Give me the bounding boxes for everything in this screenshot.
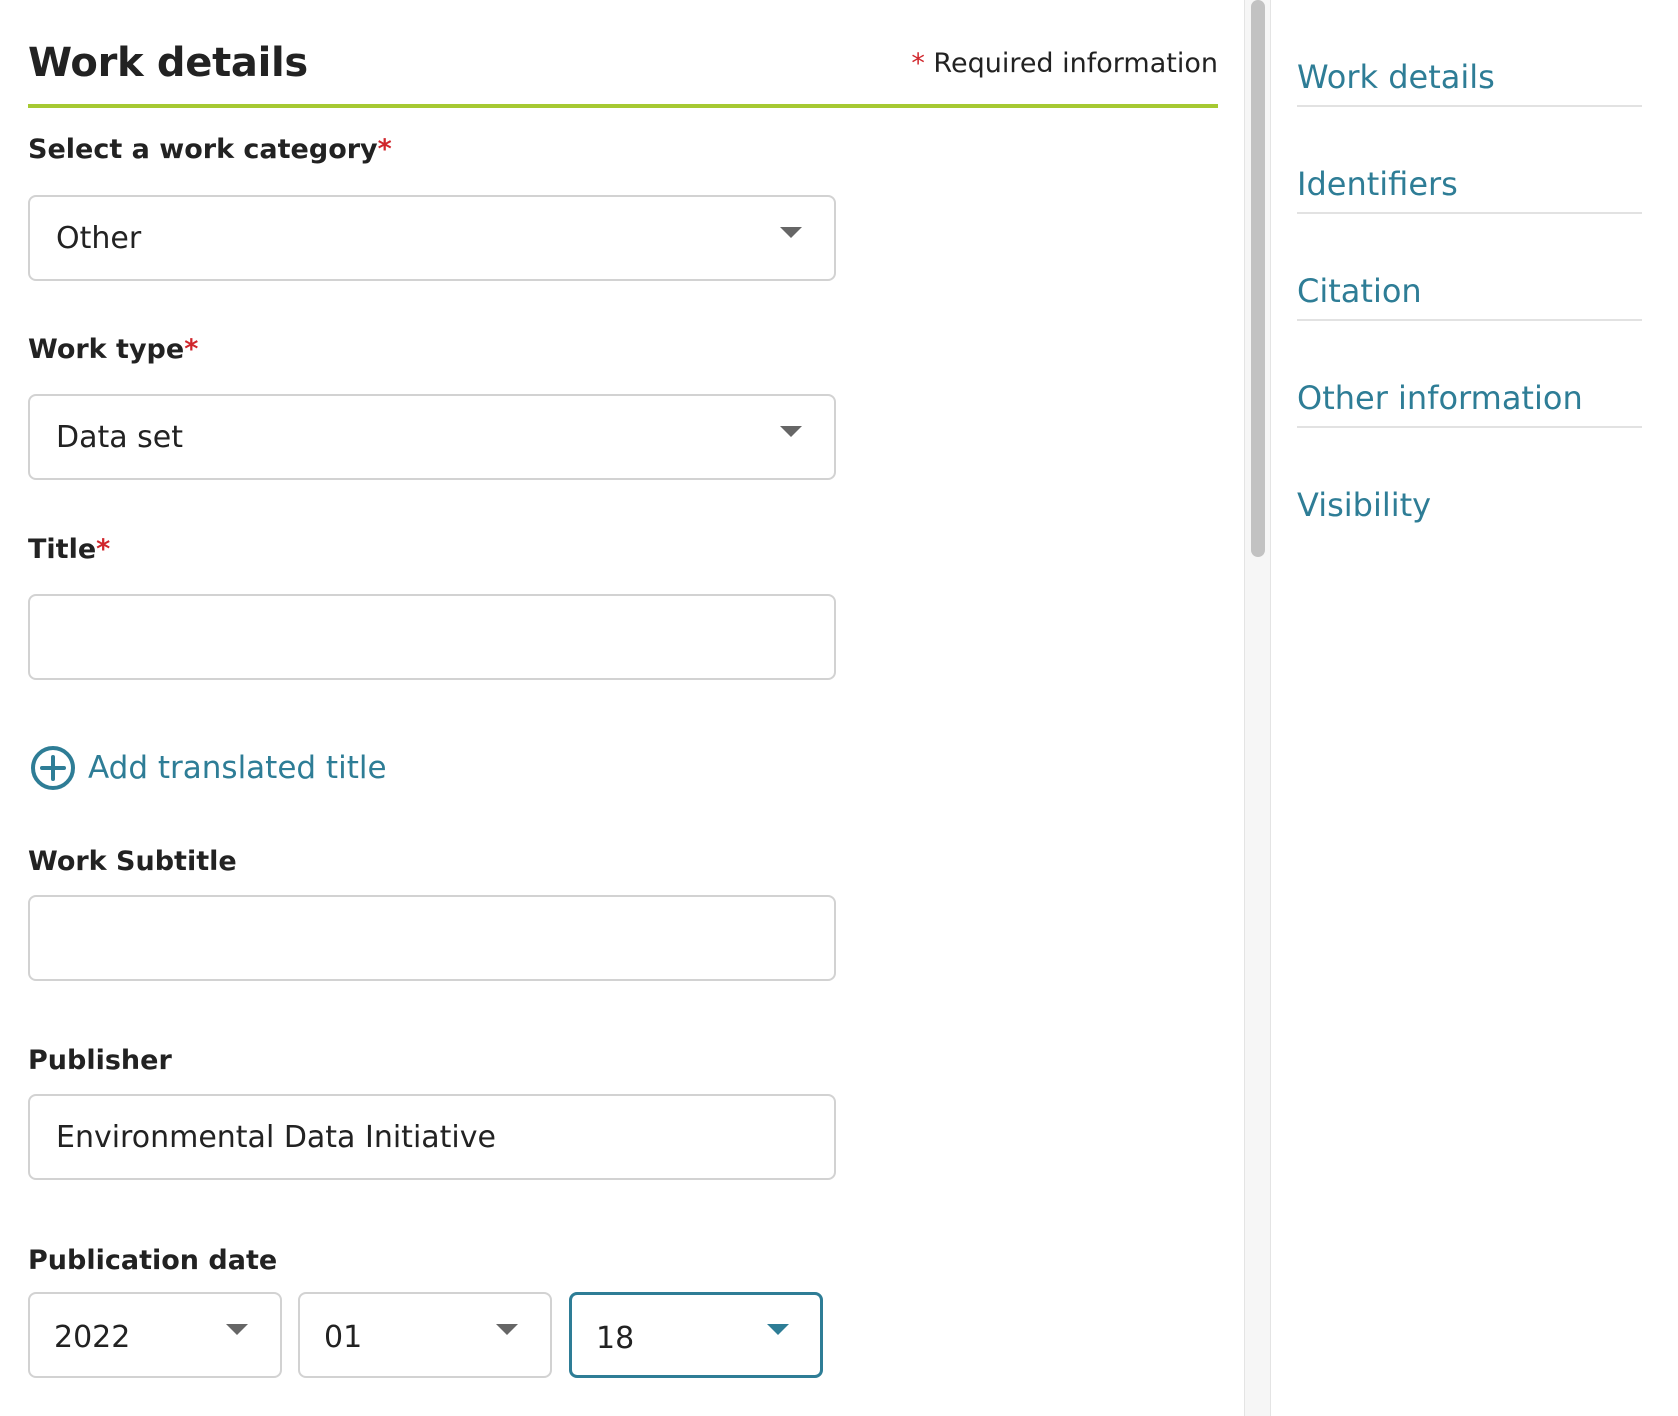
required-star: * [184,334,199,365]
section-nav-label: Other information [1297,379,1583,417]
work-category-label-text: Select a work category [28,134,378,165]
publication-date-label: Publication date [28,1245,278,1276]
chevron-down-icon [496,1324,518,1335]
section-nav-label: Citation [1297,272,1422,310]
title-input[interactable] [28,594,836,680]
work-category-select[interactable]: Other [28,195,836,281]
chevron-down-icon [226,1324,248,1335]
work-details-form: Work details * Required information Sele… [28,0,1218,1416]
chevron-down-icon [780,426,802,437]
section-nav-item-identifiers[interactable]: Identifiers [1297,107,1642,214]
work-details-page: Work details * Required information Sele… [0,0,1678,1416]
plus-circle-icon [31,746,75,790]
required-star: * [377,134,392,165]
title-label-text: Title [28,534,97,565]
required-star: * [911,48,925,79]
title-label: Title* [28,534,110,565]
publication-day-select[interactable]: 18 [569,1292,823,1378]
work-type-label-text: Work type [28,334,185,365]
subtitle-label: Work Subtitle [28,846,237,877]
publication-month-value: 01 [324,1320,363,1355]
required-info-text: Required information [933,48,1218,79]
section-nav-label: Visibility [1297,486,1432,524]
add-translated-title-link[interactable]: Add translated title [30,744,387,792]
required-star: * [96,534,111,565]
chevron-down-icon [767,1324,789,1335]
add-translated-title-label: Add translated title [88,750,387,786]
section-header: Work details * Required information [28,0,1218,108]
publisher-value: Environmental Data Initiative [56,1120,496,1155]
section-nav-item-citation[interactable]: Citation [1297,214,1642,321]
publication-year-select[interactable]: 2022 [28,1292,282,1378]
subtitle-input[interactable] [28,895,836,981]
work-type-label: Work type* [28,334,198,365]
page-title: Work details [28,40,308,86]
publisher-input[interactable]: Environmental Data Initiative [28,1094,836,1180]
work-category-value: Other [56,221,142,256]
chevron-down-icon [780,227,802,238]
section-nav-label: Work details [1297,58,1495,96]
work-type-value: Data set [56,420,184,455]
section-nav-item-work-details[interactable]: Work details [1297,0,1642,107]
publication-year-value: 2022 [54,1320,131,1355]
section-nav-item-visibility[interactable]: Visibility [1297,428,1642,535]
scrollbar[interactable] [1244,0,1271,1416]
section-nav-label: Identifiers [1297,165,1458,203]
publication-month-select[interactable]: 01 [298,1292,552,1378]
work-category-label: Select a work category* [28,134,392,165]
publisher-label: Publisher [28,1045,172,1076]
section-nav: Work details Identifiers Citation Other … [1297,0,1642,535]
publication-day-value: 18 [596,1321,635,1356]
work-type-select[interactable]: Data set [28,394,836,480]
required-info-note: * Required information [911,48,1218,79]
scrollbar-thumb[interactable] [1251,0,1265,557]
section-nav-item-other-information[interactable]: Other information [1297,321,1642,428]
